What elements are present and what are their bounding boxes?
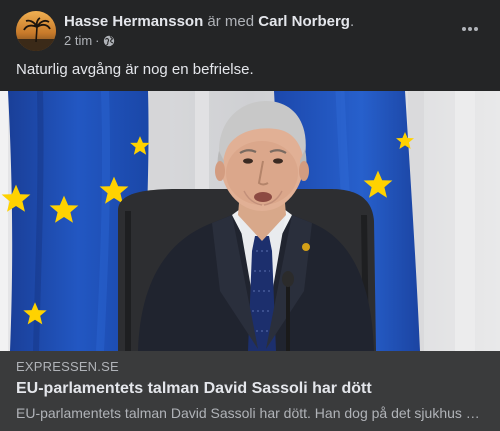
more-options-button[interactable] <box>456 15 484 43</box>
link-preview-meta[interactable]: EXPRESSEN.SE EU-parlamentets talman Davi… <box>0 351 500 431</box>
author-avatar[interactable] <box>16 11 56 51</box>
tagged-name[interactable]: Carl Norberg <box>258 13 350 30</box>
man-in-suit-at-eu-flags-photo <box>0 91 500 351</box>
author-name[interactable]: Hasse Hermansson <box>64 13 203 30</box>
link-preview-image[interactable] <box>0 91 500 351</box>
post-header: Hasse Hermansson är med Carl Norberg. 2 … <box>16 11 484 51</box>
with-text: är med <box>207 13 255 30</box>
post-time[interactable]: 2 tim <box>64 33 92 49</box>
period: . <box>349 13 355 30</box>
link-domain: EXPRESSEN.SE <box>16 359 119 374</box>
post-meta: 2 tim · <box>64 33 115 49</box>
post-text: Naturlig avgång är nog en befrielse. <box>16 61 254 78</box>
avatar-image <box>16 11 56 51</box>
more-options-icon <box>462 27 478 31</box>
globe-icon <box>103 35 115 47</box>
author-line: Hasse Hermansson är med Carl Norberg. <box>64 12 354 31</box>
link-title[interactable]: EU-parlamentets talman David Sassoli har… <box>16 379 372 399</box>
meta-separator: · <box>95 33 100 48</box>
feed-post: Hasse Hermansson är med Carl Norberg. 2 … <box>0 0 500 431</box>
link-description: EU-parlamentets talman David Sassoli har… <box>16 405 484 421</box>
link-preview[interactable]: EXPRESSEN.SE EU-parlamentets talman Davi… <box>0 91 500 431</box>
